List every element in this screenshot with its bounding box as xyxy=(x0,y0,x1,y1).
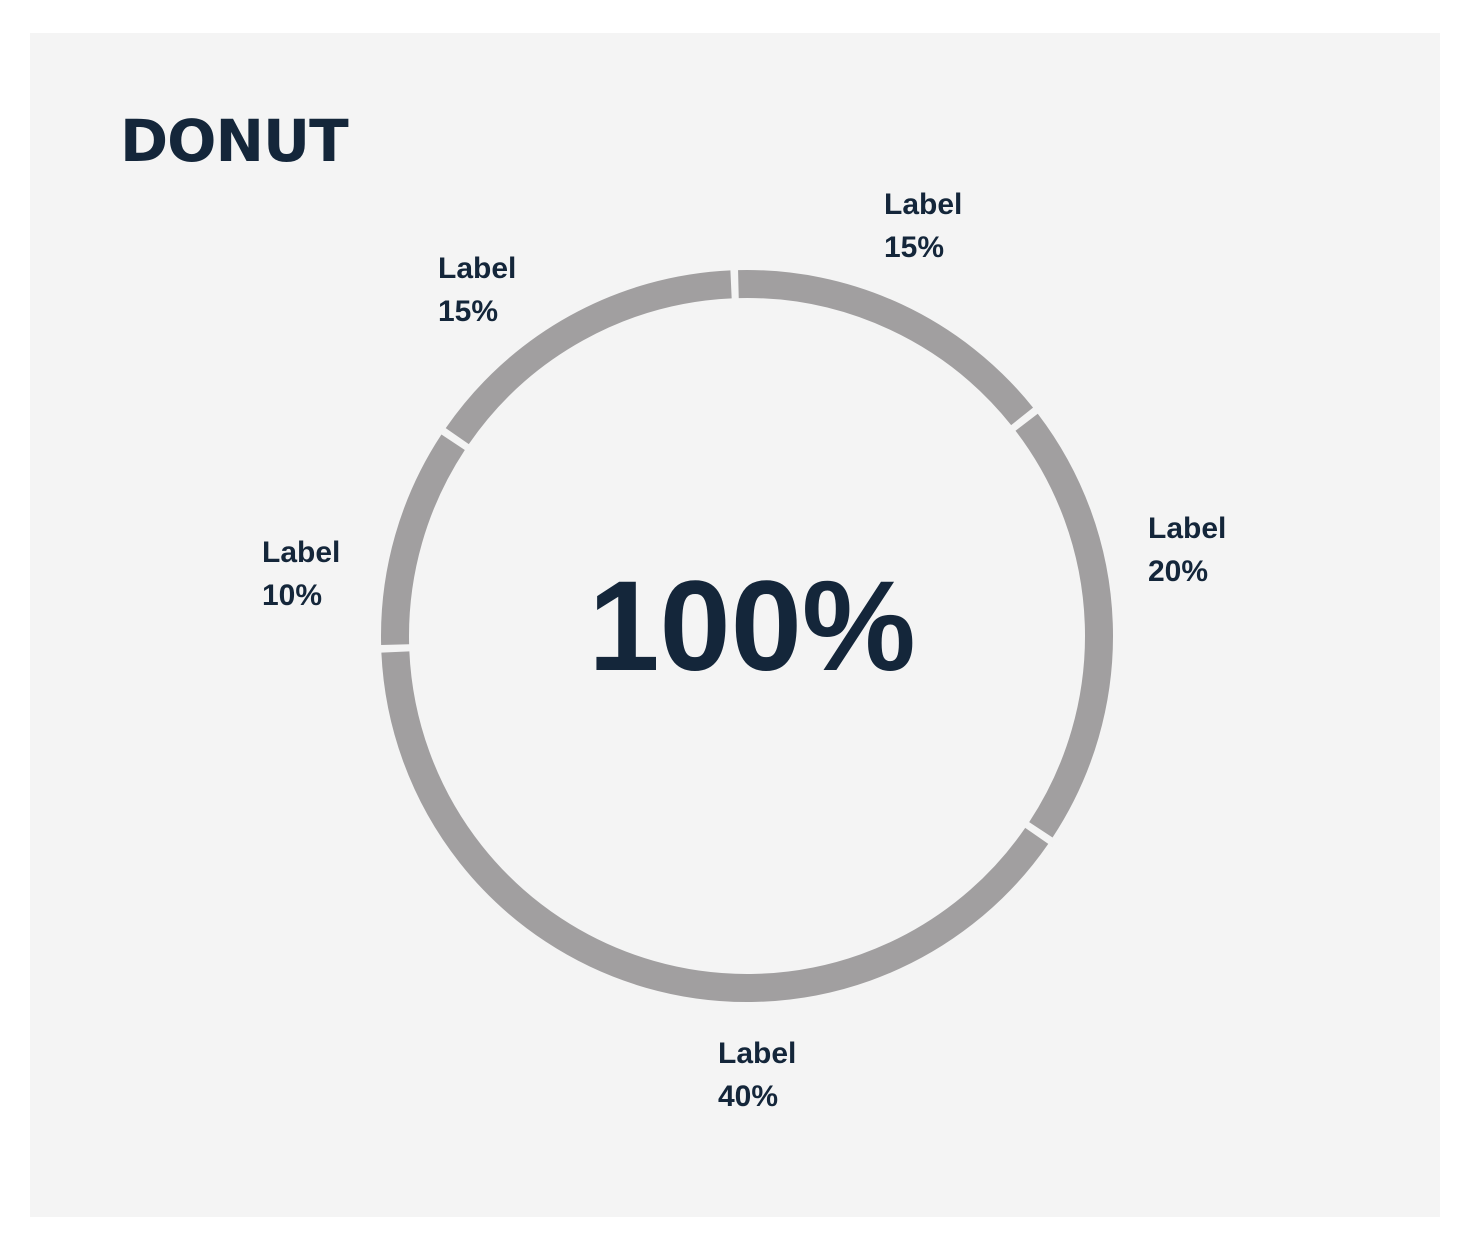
slice-label-5: Label xyxy=(438,252,516,285)
donut-slice-4 xyxy=(381,434,465,645)
slice-value-label-5: 15% xyxy=(438,295,498,328)
slice-label-2: Label xyxy=(1148,512,1226,545)
slice-value-label-3: 40% xyxy=(718,1080,778,1113)
slice-label-1: Label xyxy=(884,188,962,221)
slice-label-4: Label xyxy=(262,536,340,569)
slice-value-label-4: 10% xyxy=(262,579,322,612)
donut-chart: Label 15% Label 20% Label 40% Label 10% Label 15%… xyxy=(262,188,1226,1113)
slice-value-label-1: 15% xyxy=(884,231,944,264)
donut-slice-5 xyxy=(445,270,732,445)
slice-value-label-2: 20% xyxy=(1148,555,1208,588)
donut-slice-3 xyxy=(381,651,1049,1002)
donut-slice-1 xyxy=(738,270,1034,426)
slice-label-3: Label xyxy=(718,1037,796,1070)
center-total-label: 100% xyxy=(588,555,915,698)
donut-slice-2 xyxy=(1015,413,1113,838)
